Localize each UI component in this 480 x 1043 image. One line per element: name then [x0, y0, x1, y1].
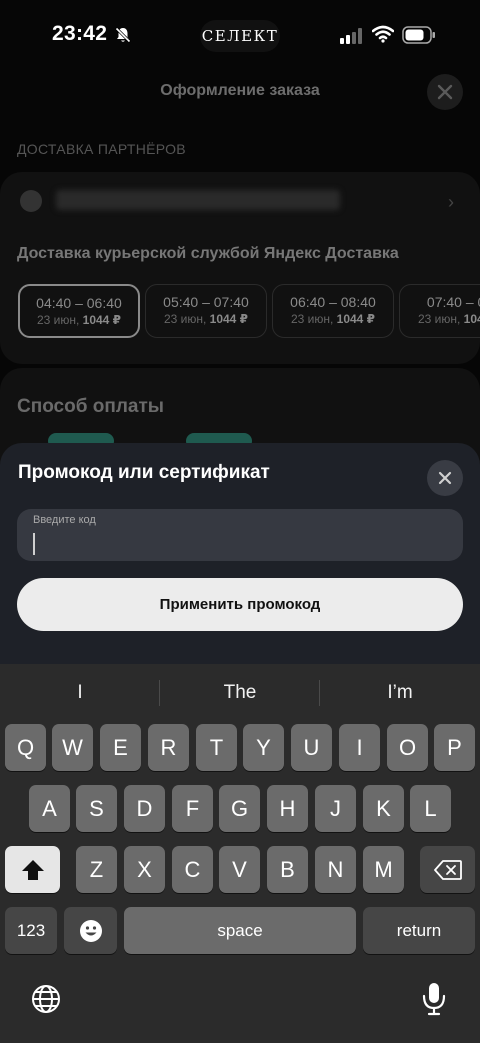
key-q[interactable]: Q	[5, 724, 46, 771]
key-m[interactable]: M	[363, 846, 404, 893]
key-x[interactable]: X	[124, 846, 165, 893]
signal-icon	[340, 28, 362, 44]
promo-code-label: Введите код	[33, 514, 96, 526]
text-caret	[33, 533, 35, 555]
status-time: 23:42	[52, 22, 108, 45]
key-t[interactable]: T	[196, 724, 237, 771]
user-icon	[20, 190, 42, 212]
bell-slash-icon	[114, 26, 132, 44]
key-u[interactable]: U	[291, 724, 332, 771]
apply-promo-button[interactable]: Применить промокод	[17, 578, 463, 631]
return-key[interactable]: return	[363, 907, 475, 954]
close-icon	[437, 84, 453, 100]
key-g[interactable]: G	[219, 785, 260, 832]
globe-icon[interactable]	[30, 983, 62, 1015]
key-n[interactable]: N	[315, 846, 356, 893]
key-v[interactable]: V	[219, 846, 260, 893]
delivery-slots: 04:40 – 06:40 23 июн, 1044 ₽ 05:40 – 07:…	[18, 284, 480, 338]
suggestion-2[interactable]: The	[160, 664, 320, 722]
slot-time: 04:40 – 06:40	[36, 295, 122, 311]
slot-time: 06:40 – 08:40	[290, 294, 376, 310]
key-w[interactable]: W	[52, 724, 93, 771]
key-i[interactable]: I	[339, 724, 380, 771]
emoji-icon	[79, 919, 102, 942]
delivery-slot[interactable]: 07:40 – 09 23 июн, 1044 ₽	[399, 284, 480, 338]
battery-icon	[402, 26, 435, 44]
slot-time: 05:40 – 07:40	[163, 294, 249, 310]
key-e[interactable]: E	[100, 724, 141, 771]
suggestion-3[interactable]: I’m	[320, 664, 480, 722]
key-o[interactable]: O	[387, 724, 428, 771]
slot-date: 23 июн, 1044 ₽	[290, 312, 376, 326]
key-h[interactable]: H	[267, 785, 308, 832]
status-bar: 23:42 СЕЛЕКТ	[0, 0, 480, 70]
space-key[interactable]: space	[124, 907, 356, 954]
address-redacted[interactable]	[56, 190, 340, 210]
slot-time: 07:40 – 09	[426, 294, 480, 310]
key-d[interactable]: D	[124, 785, 165, 832]
key-z[interactable]: Z	[76, 846, 117, 893]
key-a[interactable]: A	[29, 785, 70, 832]
section-label: ДОСТАВКА ПАРТНЁРОВ	[17, 141, 186, 157]
keyboard: I The I’m Q W E R T Y U I O P A S D F G …	[0, 664, 480, 1043]
promo-code-field[interactable]: Введите код	[17, 509, 463, 561]
key-c[interactable]: C	[172, 846, 213, 893]
delivery-method-title: Доставка курьерской службой Яндекс Доста…	[17, 245, 399, 262]
numbers-key[interactable]: 123	[5, 907, 57, 954]
key-r[interactable]: R	[148, 724, 189, 771]
close-icon	[438, 471, 452, 485]
slot-date: 23 июн, 1044 ₽	[163, 312, 249, 326]
wifi-icon	[372, 25, 394, 43]
delivery-slot[interactable]: 06:40 – 08:40 23 июн, 1044 ₽	[272, 284, 394, 338]
key-j[interactable]: J	[315, 785, 356, 832]
shift-key[interactable]	[5, 846, 60, 893]
key-l[interactable]: L	[410, 785, 451, 832]
backspace-icon	[433, 859, 462, 880]
key-b[interactable]: B	[267, 846, 308, 893]
sheet-title: Промокод или сертификат	[18, 462, 270, 483]
delivery-slot[interactable]: 04:40 – 06:40 23 июн, 1044 ₽	[18, 284, 140, 338]
backspace-key[interactable]	[420, 846, 475, 893]
key-k[interactable]: K	[363, 785, 404, 832]
page-title: Оформление заказа	[160, 82, 320, 99]
promo-code-input[interactable]	[33, 531, 443, 555]
key-s[interactable]: S	[76, 785, 117, 832]
mic-icon[interactable]	[420, 981, 448, 1017]
sheet-close-button[interactable]	[427, 460, 463, 496]
slot-date: 23 июн, 1044 ₽	[417, 312, 480, 326]
payment-title: Способ оплаты	[17, 396, 164, 417]
suggestion-1[interactable]: I	[0, 664, 160, 722]
chevron-right-icon: ›	[448, 192, 454, 212]
key-y[interactable]: Y	[243, 724, 284, 771]
key-p[interactable]: P	[434, 724, 475, 771]
emoji-key[interactable]	[64, 907, 117, 954]
key-f[interactable]: F	[172, 785, 213, 832]
slot-date: 23 июн, 1044 ₽	[36, 313, 122, 327]
carrier-pill: СЕЛЕКТ	[200, 20, 280, 52]
shift-icon	[21, 859, 44, 880]
delivery-slot[interactable]: 05:40 – 07:40 23 июн, 1044 ₽	[145, 284, 267, 338]
home-indicator	[170, 1031, 310, 1036]
page-close-button[interactable]	[427, 74, 463, 110]
